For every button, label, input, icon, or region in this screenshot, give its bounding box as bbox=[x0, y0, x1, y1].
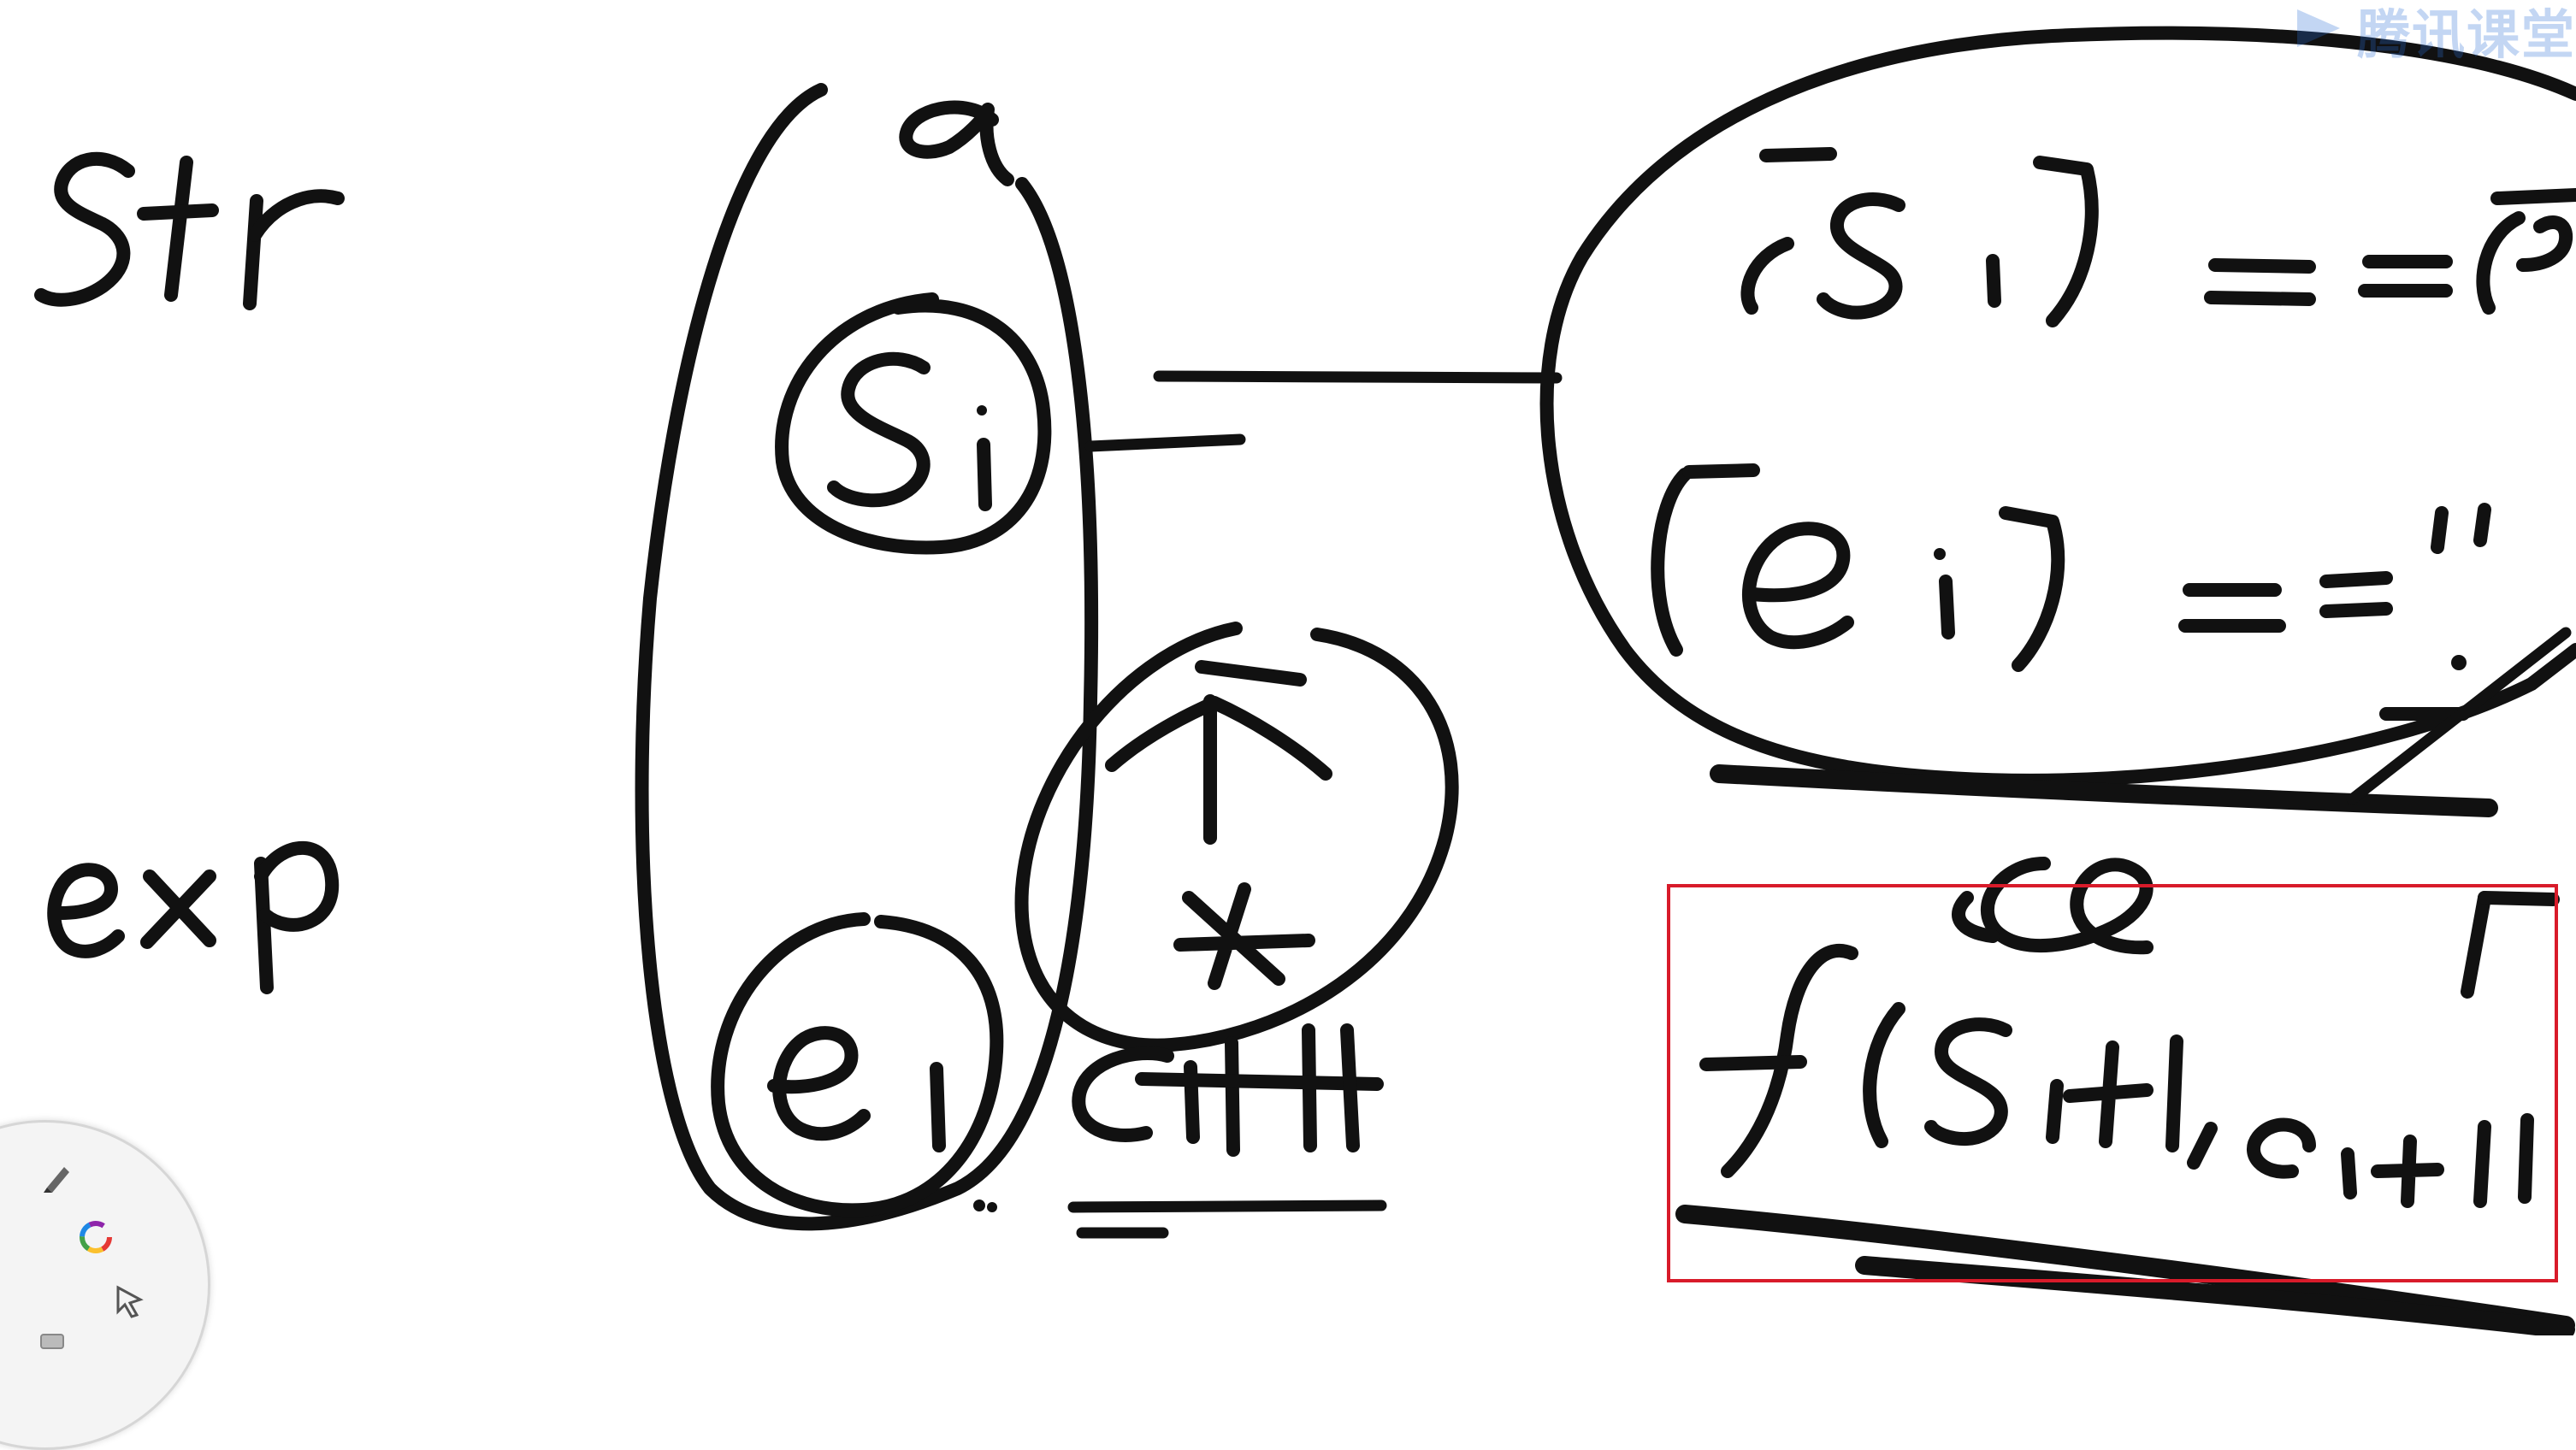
glyph-r-stem bbox=[243, 194, 263, 310]
watermark-text: 腾讯课堂 bbox=[2356, 3, 2576, 66]
connector-lines bbox=[973, 370, 1563, 1239]
play-logo-icon bbox=[2289, 3, 2349, 58]
glyph-r-arm bbox=[248, 189, 345, 242]
si-circle-outline bbox=[775, 292, 1052, 555]
glyph-i-call-2 bbox=[2341, 1147, 2357, 1199]
glyph-1 bbox=[1340, 1023, 1360, 1152]
cond1-glyph-S bbox=[1817, 192, 1905, 320]
glyph-S-in-circle bbox=[827, 351, 931, 508]
cond2-close-bracket bbox=[1999, 506, 2065, 672]
glyph-e-in-circle bbox=[767, 1026, 871, 1141]
glyph-c bbox=[1072, 1046, 1174, 1142]
and-symbol-drawing bbox=[1952, 857, 2560, 999]
cond1-bracket-top-2 bbox=[2490, 188, 2576, 205]
glyph-plus-2 bbox=[2371, 1135, 2444, 1208]
cond1-close-bracket bbox=[2033, 156, 2099, 327]
glyph-i-call bbox=[2046, 1079, 2064, 1144]
tencent-classroom-watermark: 腾讯课堂 bbox=[2289, 0, 2576, 66]
ei-circle-drawing bbox=[711, 912, 1004, 1217]
glyph-comma bbox=[2187, 1122, 2218, 1170]
glyph-star bbox=[1173, 882, 1315, 990]
long-line-to-condition bbox=[1153, 370, 1563, 384]
glyph-s-lower bbox=[1924, 1017, 2012, 1146]
glyph-S bbox=[34, 151, 135, 307]
whiteboard-canvas[interactable] bbox=[0, 0, 2576, 1339]
glyph-t-cross bbox=[137, 203, 219, 221]
glyph-one-2 bbox=[2473, 1113, 2534, 1208]
glyph-a bbox=[899, 100, 1014, 186]
cond1-open-bracket bbox=[1740, 237, 1794, 315]
eraser-icon[interactable] bbox=[32, 1319, 74, 1360]
glyph-plus bbox=[2063, 1040, 2154, 1148]
glyph-f-cross bbox=[1699, 1055, 1807, 1071]
cond2-eq-1 bbox=[2178, 583, 2286, 633]
label-exp bbox=[47, 840, 340, 994]
cond2-empty-quotes bbox=[2431, 503, 2491, 554]
cond1-bracket-top bbox=[1759, 147, 1837, 162]
glyph-F-top bbox=[2478, 891, 2560, 906]
glyph-e bbox=[47, 863, 125, 958]
glyph-paren-open bbox=[1863, 1002, 1905, 1148]
cond1-eq-1 bbox=[2204, 258, 2316, 306]
cond2-bracket-top bbox=[1682, 463, 1760, 479]
cond2-eq-2 bbox=[2319, 571, 2393, 618]
si-circle-drawing bbox=[775, 292, 1052, 555]
string-ellipse-drawing bbox=[635, 83, 1099, 1231]
recursive-call-drawing bbox=[1699, 943, 2534, 1208]
glyph-t-stem bbox=[164, 156, 193, 302]
glyph-i-dot bbox=[977, 405, 987, 416]
arrow-head bbox=[1105, 696, 1332, 781]
glyph-i-stem bbox=[977, 438, 992, 511]
tall-ellipse-outline bbox=[635, 83, 1099, 1231]
cond2-open-bracket bbox=[1651, 468, 1692, 657]
strike-line bbox=[1135, 1072, 1384, 1091]
cond1-eq-2 bbox=[2358, 255, 2453, 298]
arrow-top-bar bbox=[1195, 660, 1307, 687]
select-arrow-icon[interactable] bbox=[109, 1281, 151, 1322]
glyph-plus-verticals bbox=[1225, 1023, 1317, 1157]
glyph-i2-stem bbox=[930, 1062, 946, 1152]
pen-tool-icon[interactable] bbox=[37, 1157, 78, 1198]
glyph-e-call bbox=[2247, 1117, 2316, 1179]
condition-ellipse-drawing bbox=[1539, 26, 2576, 787]
label-str bbox=[34, 151, 345, 310]
glyph-x bbox=[140, 869, 216, 949]
cond1-glyph-i bbox=[1986, 254, 2001, 308]
cond2-glyph-e bbox=[1741, 522, 1854, 650]
short-line-from-si bbox=[1084, 433, 1246, 452]
glyph-p-bowl bbox=[254, 840, 340, 932]
ampersand-glyph bbox=[1981, 857, 2154, 955]
condition-ellipse-outline bbox=[1539, 26, 2576, 787]
cond1-glyph-e bbox=[2516, 215, 2573, 272]
ei-circle-outline bbox=[711, 912, 1004, 1217]
color-wheel-icon[interactable] bbox=[75, 1217, 116, 1258]
glyph-one bbox=[2165, 1034, 2183, 1152]
cond2-glyph-i bbox=[1939, 575, 1955, 640]
line-under-ci bbox=[1067, 1199, 1387, 1213]
cond1-open-bracket-2 bbox=[2476, 211, 2526, 315]
glyph-F-stem bbox=[2461, 891, 2491, 999]
